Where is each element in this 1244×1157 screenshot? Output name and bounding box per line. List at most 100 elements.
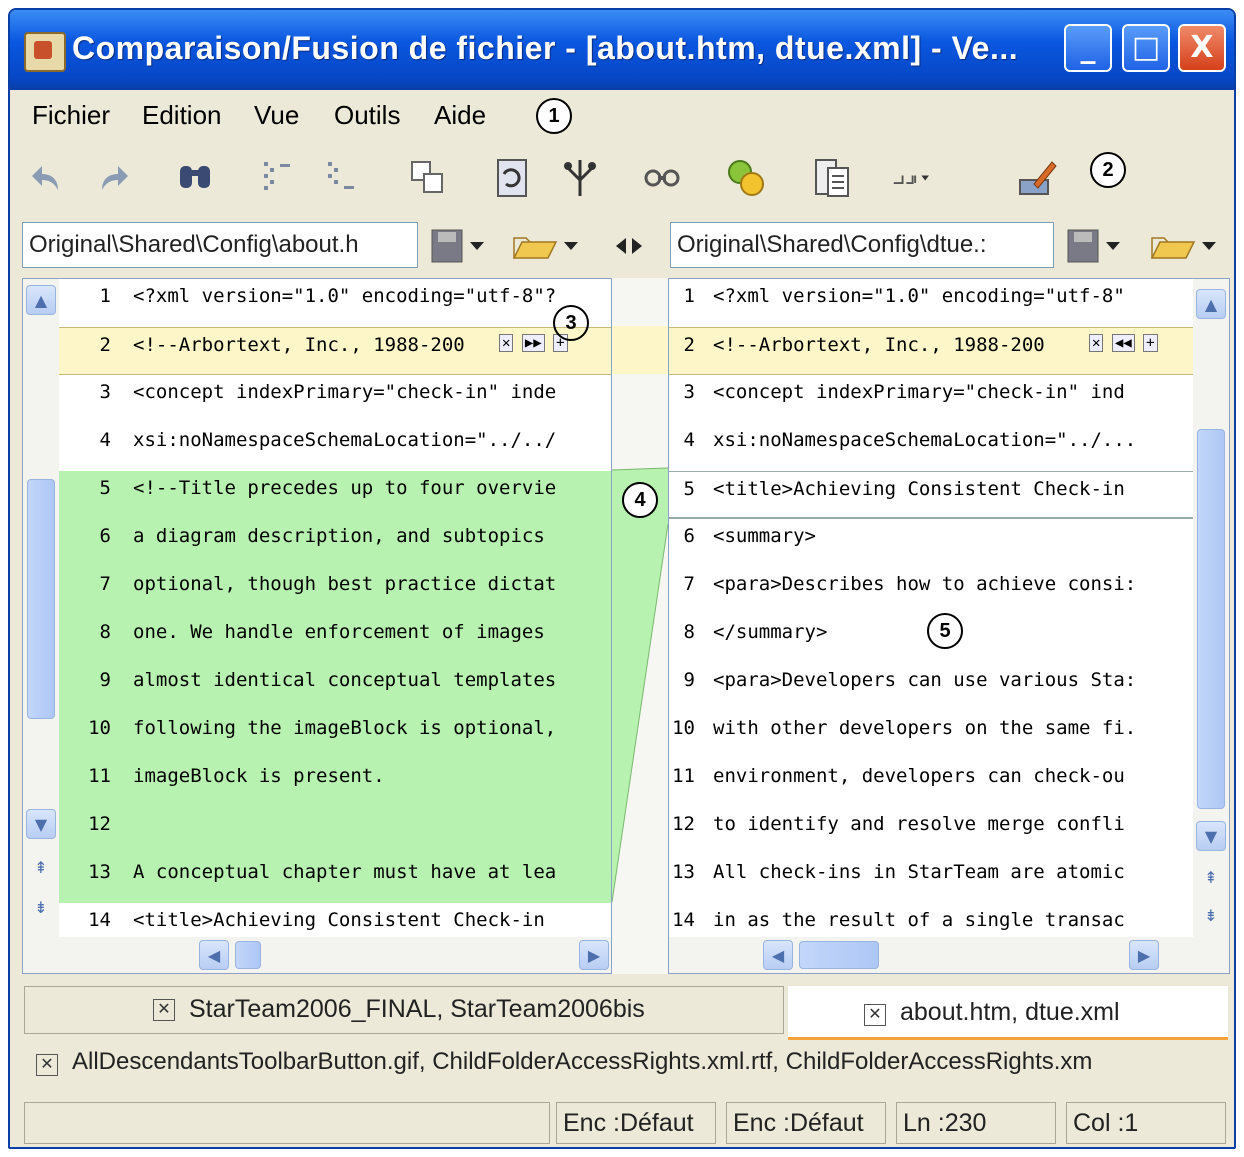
line-text: All check-ins in StarTeam are atomic [713, 861, 1125, 883]
callout-3: 3 [553, 305, 589, 341]
merge-arrow-icon[interactable]: ◀◀ [1111, 334, 1135, 352]
close-tab-icon[interactable]: ✕ [864, 1004, 886, 1026]
left-path-field[interactable]: Original\Shared\Config\about.h [22, 222, 418, 268]
close-tab-icon[interactable]: ✕ [36, 1054, 58, 1076]
next-change-icon[interactable]: ⇟ [1196, 901, 1226, 931]
line-number: 11 [88, 765, 111, 787]
add-icon[interactable]: + [1143, 334, 1158, 352]
code-line[interactable]: 5 <!--Title precedes up to four overvie [59, 471, 611, 519]
right-save-dropdown[interactable] [1066, 228, 1128, 264]
right-hscroll-thumb[interactable] [799, 941, 879, 969]
code-line[interactable]: 8 one. We handle enforcement of images [59, 615, 611, 663]
right-horizontal-scrollbar[interactable]: ◀ ▶ [669, 937, 1229, 973]
line-number: 1 [99, 285, 111, 307]
scroll-right-icon[interactable]: ▶ [579, 940, 609, 970]
menu-outils[interactable]: Outils [334, 100, 400, 131]
left-scroll-thumb[interactable] [27, 479, 55, 719]
code-line[interactable]: 11 imageBlock is present. [59, 759, 611, 807]
close-tab-icon[interactable]: ✕ [153, 999, 175, 1021]
code-line[interactable]: 6 <summary> [669, 519, 1193, 567]
left-save-dropdown[interactable] [430, 228, 492, 264]
menu-vue[interactable]: Vue [254, 100, 299, 131]
code-line[interactable]: 13 A conceptual chapter must have at lea [59, 855, 611, 903]
scroll-left-icon[interactable]: ◀ [199, 940, 229, 970]
link-icon[interactable] [640, 156, 684, 200]
code-line[interactable]: 4 xsi:noNamespaceSchemaLocation="../../ [59, 423, 611, 471]
code-line[interactable]: 5 <title>Achieving Consistent Check-in [669, 471, 1193, 519]
code-line[interactable]: 7 <para>Describes how to achieve consi: [669, 567, 1193, 615]
scroll-down-icon[interactable]: ▼ [1196, 821, 1226, 851]
copy-icon[interactable] [406, 156, 450, 200]
find-icon[interactable] [174, 156, 218, 200]
next-change-icon[interactable]: ⇟ [26, 893, 56, 923]
scroll-up-icon[interactable]: ▲ [26, 285, 56, 315]
code-line[interactable]: 1 <?xml version="1.0" encoding="utf-8" [669, 279, 1193, 327]
next-diff-icon[interactable] [322, 156, 366, 200]
code-line[interactable]: 4 xsi:noNamespaceSchemaLocation="../... [669, 423, 1193, 471]
menu-edition[interactable]: Edition [142, 100, 222, 131]
code-line[interactable]: 12 to identify and resolve merge confli [669, 807, 1193, 855]
code-line[interactable]: 10 following the imageBlock is optional, [59, 711, 611, 759]
scroll-up-icon[interactable]: ▲ [1196, 289, 1226, 319]
merge-controls[interactable]: ✕ ◀◀ + [1089, 334, 1158, 352]
tab-alldescendants[interactable]: ✕ AllDescendantsToolbarButton.gif, Child… [24, 1042, 1234, 1086]
left-open-dropdown[interactable] [512, 228, 584, 264]
callout-5: 5 [927, 613, 963, 649]
prev-diff-icon[interactable] [258, 156, 302, 200]
prev-change-icon[interactable]: ⇞ [26, 853, 56, 883]
edit-icon[interactable] [1016, 156, 1060, 200]
redo-icon[interactable] [88, 156, 132, 200]
right-vertical-scrollbar[interactable]: ▲ ▼ ⇞ ⇟ [1193, 279, 1229, 973]
prev-change-icon[interactable]: ⇞ [1196, 863, 1226, 893]
refresh-icon[interactable] [490, 156, 534, 200]
code-line[interactable]: 10 with other developers on the same fi. [669, 711, 1193, 759]
tab-startteam[interactable]: ✕ StarTeam2006_FINAL, StarTeam2006bis [24, 986, 784, 1034]
code-line[interactable]: 2 <!--Arbortext, Inc., 1988-200 ✕ ◀◀ + [669, 327, 1193, 375]
reject-icon[interactable]: ✕ [1089, 334, 1104, 352]
file-icon[interactable] [810, 156, 854, 200]
right-scroll-thumb[interactable] [1197, 429, 1225, 809]
maximize-button[interactable]: □ [1122, 24, 1170, 72]
scroll-right-icon[interactable]: ▶ [1129, 940, 1159, 970]
left-hscroll-thumb[interactable] [235, 941, 261, 969]
merge-arrow-icon[interactable]: ▶▶ [521, 334, 545, 352]
title-bar[interactable]: Comparaison/Fusion de fichier - [about.h… [10, 10, 1234, 90]
scroll-left-icon[interactable]: ◀ [763, 940, 793, 970]
left-code-area[interactable]: 1 <?xml version="1.0" encoding="utf-8"? 2 <… [59, 279, 611, 931]
layout-icon[interactable] [890, 156, 960, 200]
code-line[interactable]: 1 <?xml version="1.0" encoding="utf-8"? [59, 279, 611, 327]
scroll-down-icon[interactable]: ▼ [26, 809, 56, 839]
code-line[interactable]: 9 <para>Developers can use various Sta: [669, 663, 1193, 711]
merge-icon[interactable] [558, 156, 602, 200]
left-editor[interactable]: ▲ ▼ ⇞ ⇟ 1 <?xml version="1.0" encoding="u… [22, 278, 612, 974]
menu-fichier[interactable]: Fichier [32, 100, 110, 131]
left-vertical-scrollbar[interactable]: ▲ ▼ ⇞ ⇟ [23, 279, 59, 973]
tab-about-dtue[interactable]: ✕ about.htm, dtue.xml [788, 986, 1228, 1040]
options-icon[interactable] [724, 156, 768, 200]
menu-aide[interactable]: Aide [434, 100, 486, 131]
left-horizontal-scrollbar[interactable]: ◀ ▶ [59, 937, 611, 973]
merge-controls[interactable]: ✕ ▶▶ + [499, 334, 568, 352]
code-line[interactable]: 6 a diagram description, and subtopics [59, 519, 611, 567]
minimize-button[interactable]: _ [1064, 24, 1112, 72]
app-window: Comparaison/Fusion de fichier - [about.h… [8, 8, 1236, 1149]
reject-icon[interactable]: ✕ [499, 334, 514, 352]
code-line[interactable]: 3 <concept indexPrimary="check-in" ind [669, 375, 1193, 423]
code-line[interactable]: 3 <concept indexPrimary="check-in" inde [59, 375, 611, 423]
code-line[interactable]: 7 optional, though best practice dictat [59, 567, 611, 615]
code-line[interactable]: 13 All check-ins in StarTeam are atomic [669, 855, 1193, 903]
line-number: 9 [683, 669, 695, 691]
code-line[interactable]: 2 <!--Arbortext, Inc., 1988-200 ✕ ▶▶ + [59, 327, 611, 375]
code-line[interactable]: 12 [59, 807, 611, 855]
right-open-dropdown[interactable] [1150, 228, 1222, 264]
tab-label: about.htm, dtue.xml [900, 998, 1120, 1026]
line-number: 10 [672, 717, 695, 739]
code-line[interactable]: 9 almost identical conceptual templates [59, 663, 611, 711]
undo-icon[interactable] [28, 156, 72, 200]
swap-icon[interactable] [614, 228, 644, 264]
right-path-field[interactable]: Original\Shared\Config\dtue.: [670, 222, 1054, 268]
right-code-area[interactable]: 1 <?xml version="1.0" encoding="utf-8" 2 <!… [669, 279, 1193, 931]
right-editor[interactable]: 1 <?xml version="1.0" encoding="utf-8" 2 <!… [668, 278, 1230, 974]
code-line[interactable]: 11 environment, developers can check-ou [669, 759, 1193, 807]
close-button[interactable]: X [1178, 24, 1226, 72]
